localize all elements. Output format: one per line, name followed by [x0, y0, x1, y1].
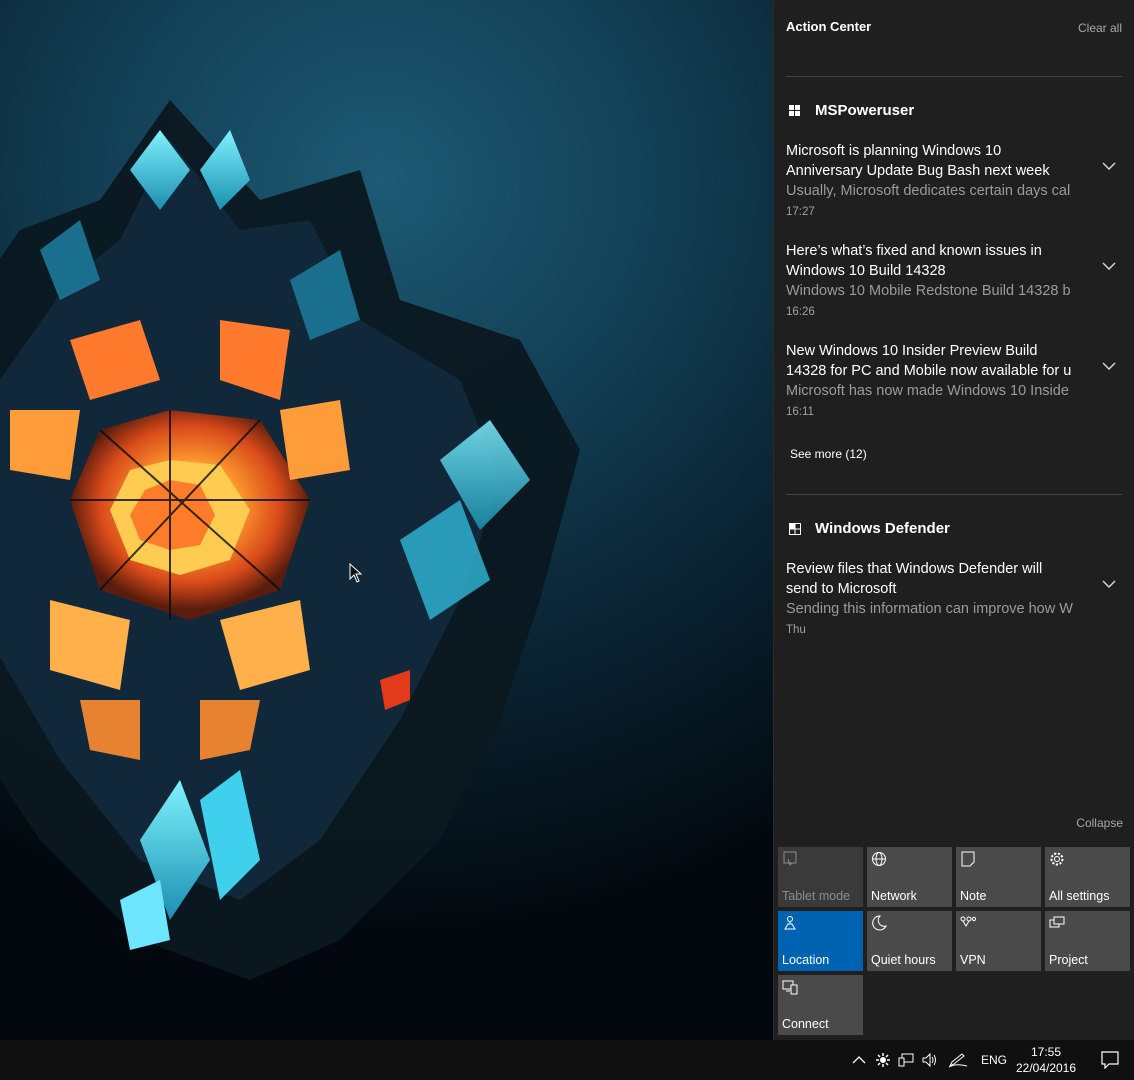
expand-chevron-icon[interactable]: [1102, 361, 1116, 371]
notification-time: Thu: [786, 624, 806, 636]
moon-icon: [872, 915, 887, 931]
tile-label: Location: [782, 953, 830, 967]
expand-chevron-icon[interactable]: [1102, 161, 1116, 171]
taskbar-clock[interactable]: 17:55 22/04/2016: [1010, 1044, 1082, 1076]
notification-group-header-windows-defender[interactable]: Windows Defender: [789, 520, 950, 537]
network-wired-icon[interactable]: [898, 1052, 914, 1068]
divider: [786, 76, 1122, 77]
notification-title-line2: send to Microsoft: [786, 581, 897, 597]
notification-title-line1: New Windows 10 Insider Preview Build: [786, 343, 1038, 359]
group-app-name: Windows Defender: [815, 520, 950, 537]
expand-chevron-icon[interactable]: [1102, 261, 1116, 271]
tile-label: All settings: [1049, 889, 1110, 903]
tile-label: Quiet hours: [871, 953, 936, 967]
tile-label: Note: [960, 889, 987, 903]
note-icon: [961, 851, 975, 867]
tile-tablet-mode[interactable]: Tablet mode: [778, 847, 863, 907]
tile-label: VPN: [960, 953, 986, 967]
action-center-title: Action Center: [786, 19, 872, 34]
notification-item[interactable]: Microsoft is planning Windows 10 Anniver…: [786, 141, 1116, 218]
tile-label: Tablet mode: [782, 889, 851, 903]
windows-logo-icon: [789, 104, 800, 116]
clear-all-button[interactable]: Clear all: [1078, 21, 1122, 35]
notification-body: Windows 10 Mobile Redstone Build 14328 b: [786, 283, 1071, 299]
clock-date: 22/04/2016: [1015, 1061, 1077, 1075]
see-more-button[interactable]: See more (12): [790, 447, 867, 461]
tile-label: Network: [871, 889, 917, 903]
notification-item[interactable]: Review files that Windows Defender will …: [786, 559, 1116, 636]
notification-body: Usually, Microsoft dedicates certain day…: [786, 183, 1071, 199]
tile-quiet-hours[interactable]: Quiet hours: [867, 911, 952, 971]
input-language-indicator[interactable]: ENG: [981, 1053, 1007, 1067]
notification-time: 16:11: [786, 406, 814, 418]
notification-body: Sending this information can improve how…: [786, 601, 1073, 617]
tile-project[interactable]: Project: [1045, 911, 1130, 971]
notification-title-line1: Microsoft is planning Windows 10: [786, 143, 1002, 159]
tile-network[interactable]: Network: [867, 847, 952, 907]
action-center-button[interactable]: [1086, 1040, 1134, 1080]
chevron-up-icon[interactable]: [851, 1052, 867, 1068]
project-icon: [1049, 916, 1065, 928]
tile-label: Project: [1049, 953, 1088, 967]
notification-icon: [1101, 1051, 1119, 1069]
tile-all-settings[interactable]: All settings: [1045, 847, 1130, 907]
connect-icon: [782, 980, 798, 995]
group-app-name: MSPoweruser: [815, 102, 915, 119]
tile-connect[interactable]: Connect: [778, 975, 863, 1035]
notification-title-line1: Review files that Windows Defender will: [786, 561, 1043, 577]
expand-chevron-icon[interactable]: [1102, 579, 1116, 589]
notification-item[interactable]: Here’s what’s fixed and known issues in …: [786, 241, 1116, 318]
location-icon: [784, 916, 796, 930]
vpn-icon: [960, 916, 976, 927]
tile-label: Connect: [782, 1017, 829, 1031]
taskbar: ENG 17:55 22/04/2016: [0, 1040, 1134, 1080]
notification-body: Microsoft has now made Windows 10 Inside: [786, 383, 1069, 399]
tablet-mode-icon: [783, 851, 797, 866]
gear-icon: [1050, 852, 1064, 866]
pen-icon[interactable]: [948, 1052, 968, 1068]
clock-time: 17:55: [1030, 1045, 1062, 1059]
mouse-cursor: [349, 563, 363, 583]
notification-item[interactable]: New Windows 10 Insider Preview Build 143…: [786, 341, 1116, 418]
tile-note[interactable]: Note: [956, 847, 1041, 907]
divider: [786, 494, 1122, 495]
notification-time: 16:26: [786, 306, 815, 318]
notification-title-line2: Windows 10 Build 14328: [786, 263, 946, 279]
notification-title-line2: 14328 for PC and Mobile now available fo…: [786, 363, 1072, 379]
notification-title-line2: Anniversary Update Bug Bash next week: [786, 163, 1050, 179]
tile-location[interactable]: Location: [778, 911, 863, 971]
notification-title-line1: Here’s what’s fixed and known issues in: [786, 243, 1042, 259]
notification-time: 17:27: [786, 206, 815, 218]
action-center-panel: Action Center Clear all MSPoweruser Micr…: [773, 0, 1134, 1040]
tile-vpn[interactable]: VPN: [956, 911, 1041, 971]
collapse-quick-actions-button[interactable]: Collapse: [1076, 816, 1123, 830]
globe-icon: [872, 852, 886, 866]
settings-sun-icon[interactable]: [875, 1052, 891, 1068]
notification-group-header-mspoweruser[interactable]: MSPoweruser: [789, 102, 914, 119]
wallpaper-crystal-art: [0, 100, 580, 980]
defender-icon: [789, 522, 801, 535]
volume-icon[interactable]: [922, 1052, 938, 1068]
